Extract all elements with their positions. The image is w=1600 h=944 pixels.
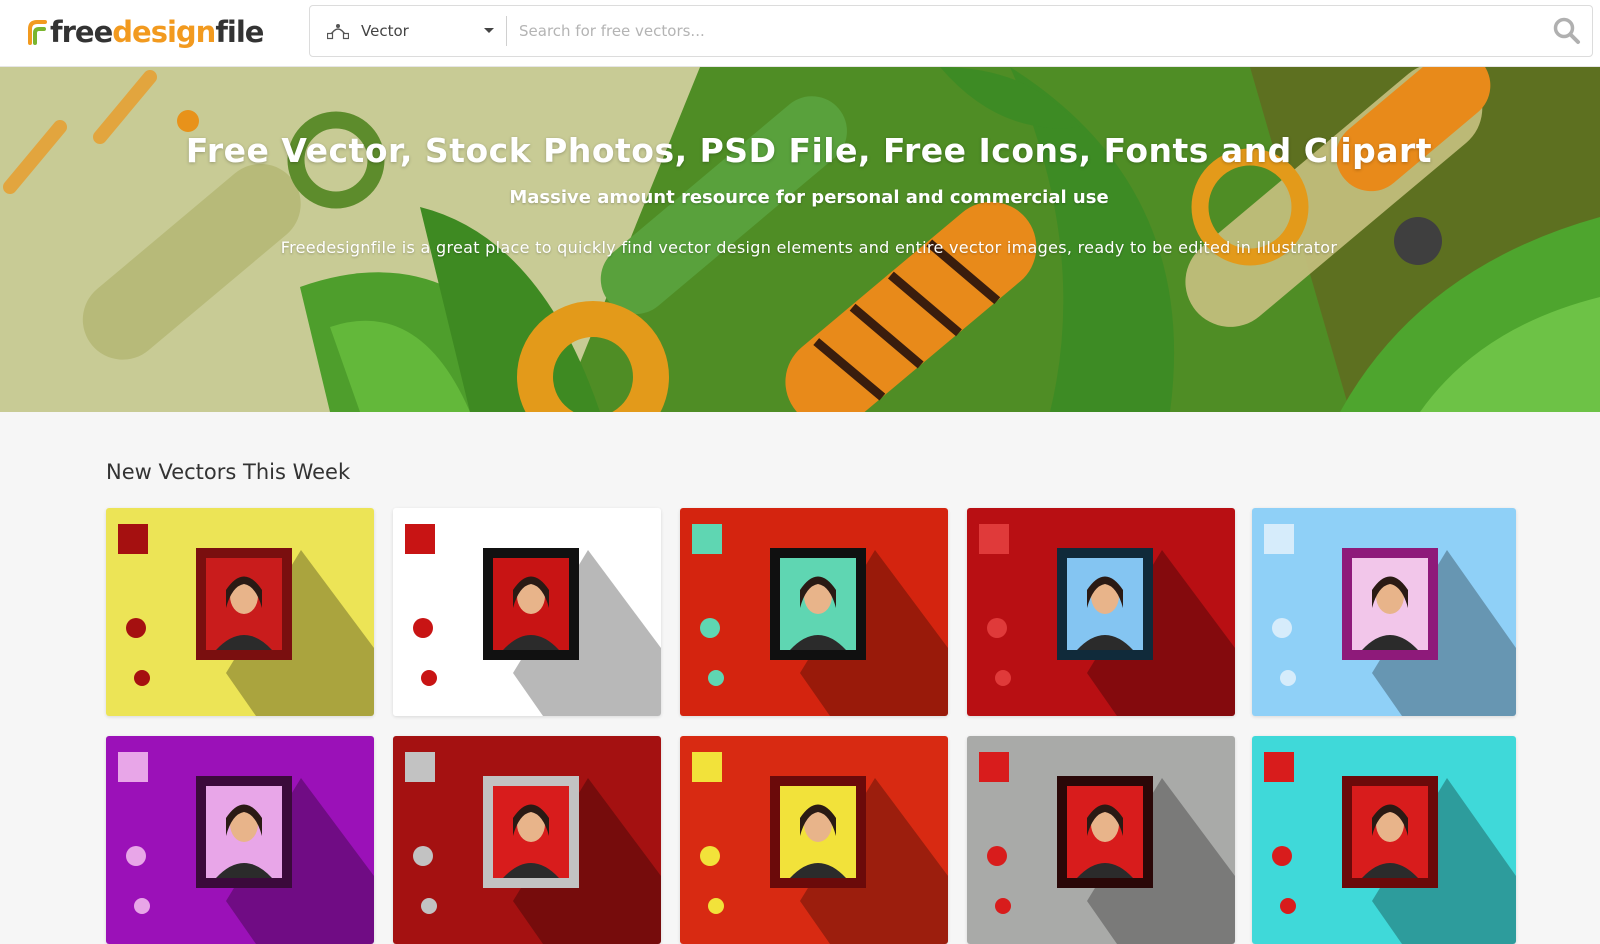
vector-card[interactable] <box>967 508 1235 716</box>
vector-thumbnail <box>680 736 948 944</box>
vector-thumbnail <box>393 508 661 716</box>
vector-card[interactable] <box>106 736 374 944</box>
vector-thumbnail <box>1252 736 1516 944</box>
search-type-dropdown[interactable]: Vector <box>310 6 507 56</box>
vector-card[interactable] <box>393 736 661 944</box>
vector-card[interactable] <box>680 508 948 716</box>
vector-thumbnail <box>680 508 948 716</box>
site-header: freedesignfile Vector <box>0 0 1600 67</box>
vector-card[interactable] <box>680 736 948 944</box>
vector-card[interactable] <box>1252 736 1516 944</box>
hero-title: Free Vector, Stock Photos, PSD File, Fre… <box>185 131 1433 170</box>
vector-card[interactable] <box>393 508 661 716</box>
vector-thumbnail <box>393 736 661 944</box>
logo-text: freedesignfile <box>50 15 264 49</box>
hero-description: Freedesignfile is a great place to quick… <box>280 238 1338 257</box>
vector-card[interactable] <box>1252 508 1516 716</box>
search-type-label: Vector <box>361 22 409 40</box>
logo-mark-icon <box>28 20 47 45</box>
vector-thumbnail <box>967 736 1235 944</box>
vector-thumbnail <box>106 736 374 944</box>
vector-thumbnail <box>967 508 1235 716</box>
vector-card[interactable] <box>106 508 374 716</box>
vector-thumbnail <box>1252 508 1516 716</box>
vector-card[interactable] <box>967 736 1235 944</box>
search-divider <box>506 16 507 46</box>
search-icon[interactable] <box>1550 15 1584 47</box>
search-bar: Vector <box>309 5 1593 57</box>
section-title: New Vectors This Week <box>106 460 351 484</box>
vector-path-icon <box>327 24 349 40</box>
chevron-down-icon <box>484 28 494 33</box>
hero-subtitle: Massive amount resource for personal and… <box>509 187 1109 208</box>
search-input[interactable] <box>519 6 1529 56</box>
hero-banner: Free Vector, Stock Photos, PSD File, Fre… <box>0 67 1600 412</box>
site-logo[interactable]: freedesignfile <box>26 12 264 52</box>
vector-thumbnail <box>106 508 374 716</box>
